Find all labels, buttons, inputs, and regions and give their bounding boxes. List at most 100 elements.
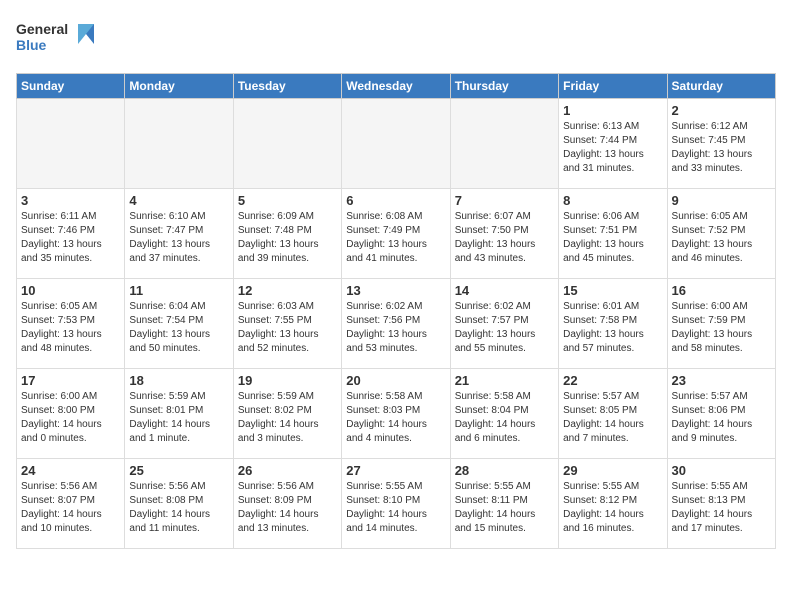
day-info: Sunrise: 6:05 AMSunset: 7:53 PMDaylight:…	[21, 300, 120, 356]
day-info: Sunrise: 6:11 AMSunset: 7:46 PMDaylight:…	[21, 210, 120, 266]
day-info: Sunrise: 5:55 AMSunset: 8:10 PMDaylight:…	[346, 480, 445, 536]
day-number: 12	[238, 283, 337, 298]
day-number: 10	[21, 283, 120, 298]
day-number: 19	[238, 373, 337, 388]
week-row-1: 1Sunrise: 6:13 AMSunset: 7:44 PMDaylight…	[17, 99, 776, 189]
day-cell: 20 Sunrise: 5:58 AMSunset: 8:03 PMDayligh…	[342, 369, 450, 459]
day-cell: 13 Sunrise: 6:02 AMSunset: 7:56 PMDayligh…	[342, 279, 450, 369]
day-number: 4	[129, 193, 228, 208]
column-header-sunday: Sunday	[17, 74, 125, 99]
day-cell: 25 Sunrise: 5:56 AMSunset: 8:08 PMDayligh…	[125, 459, 233, 549]
day-cell: 9 Sunrise: 6:05 AMSunset: 7:52 PMDaylight…	[667, 189, 775, 279]
day-info: Sunrise: 5:59 AMSunset: 8:02 PMDaylight:…	[238, 390, 337, 446]
day-number: 26	[238, 463, 337, 478]
day-info: Sunrise: 6:12 AMSunset: 7:45 PMDaylight:…	[672, 120, 771, 176]
day-cell: 4 Sunrise: 6:10 AMSunset: 7:47 PMDaylight…	[125, 189, 233, 279]
day-info: Sunrise: 5:56 AMSunset: 8:08 PMDaylight:…	[129, 480, 228, 536]
day-cell	[17, 99, 125, 189]
day-cell: 28 Sunrise: 5:55 AMSunset: 8:11 PMDayligh…	[450, 459, 558, 549]
day-info: Sunrise: 6:08 AMSunset: 7:49 PMDaylight:…	[346, 210, 445, 266]
day-cell: 30Sunrise: 5:55 AMSunset: 8:13 PMDayligh…	[667, 459, 775, 549]
week-row-3: 10 Sunrise: 6:05 AMSunset: 7:53 PMDayligh…	[17, 279, 776, 369]
day-info: Sunrise: 6:02 AMSunset: 7:56 PMDaylight:…	[346, 300, 445, 356]
day-number: 23	[672, 373, 771, 388]
day-number: 28	[455, 463, 554, 478]
day-cell: 10 Sunrise: 6:05 AMSunset: 7:53 PMDayligh…	[17, 279, 125, 369]
day-cell: 11Sunrise: 6:04 AMSunset: 7:54 PMDayligh…	[125, 279, 233, 369]
day-cell	[450, 99, 558, 189]
day-number: 13	[346, 283, 445, 298]
column-header-thursday: Thursday	[450, 74, 558, 99]
day-number: 18	[129, 373, 228, 388]
column-header-monday: Monday	[125, 74, 233, 99]
day-cell: 23Sunrise: 5:57 AMSunset: 8:06 PMDayligh…	[667, 369, 775, 459]
day-cell: 12 Sunrise: 6:03 AMSunset: 7:55 PMDayligh…	[233, 279, 341, 369]
day-cell: 2 Sunrise: 6:12 AMSunset: 7:45 PMDaylight…	[667, 99, 775, 189]
page-header: General Blue	[16, 16, 776, 61]
day-number: 2	[672, 103, 771, 118]
day-number: 5	[238, 193, 337, 208]
column-header-saturday: Saturday	[667, 74, 775, 99]
day-number: 17	[21, 373, 120, 388]
day-number: 7	[455, 193, 554, 208]
day-cell: 15 Sunrise: 6:01 AMSunset: 7:58 PMDayligh…	[559, 279, 667, 369]
day-info: Sunrise: 6:01 AMSunset: 7:58 PMDaylight:…	[563, 300, 662, 356]
day-number: 6	[346, 193, 445, 208]
day-cell: 14Sunrise: 6:02 AMSunset: 7:57 PMDayligh…	[450, 279, 558, 369]
column-header-friday: Friday	[559, 74, 667, 99]
day-info: Sunrise: 5:57 AMSunset: 8:05 PMDaylight:…	[563, 390, 662, 446]
day-info: Sunrise: 5:56 AMSunset: 8:07 PMDaylight:…	[21, 480, 120, 536]
calendar-table: SundayMondayTuesdayWednesdayThursdayFrid…	[16, 73, 776, 549]
day-info: Sunrise: 6:05 AMSunset: 7:52 PMDaylight:…	[672, 210, 771, 266]
day-cell: 6 Sunrise: 6:08 AMSunset: 7:49 PMDaylight…	[342, 189, 450, 279]
week-row-2: 3 Sunrise: 6:11 AMSunset: 7:46 PMDaylight…	[17, 189, 776, 279]
svg-text:Blue: Blue	[16, 37, 47, 53]
column-header-wednesday: Wednesday	[342, 74, 450, 99]
day-cell: 19 Sunrise: 5:59 AMSunset: 8:02 PMDayligh…	[233, 369, 341, 459]
day-cell: 1Sunrise: 6:13 AMSunset: 7:44 PMDaylight…	[559, 99, 667, 189]
day-number: 27	[346, 463, 445, 478]
day-number: 22	[563, 373, 662, 388]
day-cell: 18 Sunrise: 5:59 AMSunset: 8:01 PMDayligh…	[125, 369, 233, 459]
day-info: Sunrise: 5:58 AMSunset: 8:03 PMDaylight:…	[346, 390, 445, 446]
day-number: 3	[21, 193, 120, 208]
day-info: Sunrise: 6:13 AMSunset: 7:44 PMDaylight:…	[563, 120, 662, 176]
day-number: 14	[455, 283, 554, 298]
day-number: 25	[129, 463, 228, 478]
day-info: Sunrise: 6:10 AMSunset: 7:47 PMDaylight:…	[129, 210, 228, 266]
day-cell: 16 Sunrise: 6:00 AMSunset: 7:59 PMDayligh…	[667, 279, 775, 369]
day-info: Sunrise: 6:00 AMSunset: 7:59 PMDaylight:…	[672, 300, 771, 356]
day-info: Sunrise: 6:03 AMSunset: 7:55 PMDaylight:…	[238, 300, 337, 356]
day-cell: 5 Sunrise: 6:09 AMSunset: 7:48 PMDaylight…	[233, 189, 341, 279]
day-number: 29	[563, 463, 662, 478]
day-cell: 24 Sunrise: 5:56 AMSunset: 8:07 PMDayligh…	[17, 459, 125, 549]
day-info: Sunrise: 6:07 AMSunset: 7:50 PMDaylight:…	[455, 210, 554, 266]
day-number: 16	[672, 283, 771, 298]
day-number: 15	[563, 283, 662, 298]
day-info: Sunrise: 6:04 AMSunset: 7:54 PMDaylight:…	[129, 300, 228, 356]
day-cell: 29 Sunrise: 5:55 AMSunset: 8:12 PMDayligh…	[559, 459, 667, 549]
day-number: 24	[21, 463, 120, 478]
day-info: Sunrise: 5:55 AMSunset: 8:12 PMDaylight:…	[563, 480, 662, 536]
day-info: Sunrise: 5:58 AMSunset: 8:04 PMDaylight:…	[455, 390, 554, 446]
day-info: Sunrise: 6:00 AMSunset: 8:00 PMDaylight:…	[21, 390, 120, 446]
day-cell: 17 Sunrise: 6:00 AMSunset: 8:00 PMDayligh…	[17, 369, 125, 459]
day-info: Sunrise: 5:59 AMSunset: 8:01 PMDaylight:…	[129, 390, 228, 446]
day-number: 21	[455, 373, 554, 388]
day-cell	[233, 99, 341, 189]
svg-text:General: General	[16, 21, 68, 37]
day-info: Sunrise: 5:55 AMSunset: 8:13 PMDaylight:…	[672, 480, 771, 536]
day-info: Sunrise: 5:55 AMSunset: 8:11 PMDaylight:…	[455, 480, 554, 536]
week-row-5: 24 Sunrise: 5:56 AMSunset: 8:07 PMDayligh…	[17, 459, 776, 549]
day-cell: 22 Sunrise: 5:57 AMSunset: 8:05 PMDayligh…	[559, 369, 667, 459]
day-cell: 7 Sunrise: 6:07 AMSunset: 7:50 PMDaylight…	[450, 189, 558, 279]
day-number: 20	[346, 373, 445, 388]
day-number: 8	[563, 193, 662, 208]
day-cell: 3 Sunrise: 6:11 AMSunset: 7:46 PMDaylight…	[17, 189, 125, 279]
day-cell: 8 Sunrise: 6:06 AMSunset: 7:51 PMDaylight…	[559, 189, 667, 279]
day-number: 9	[672, 193, 771, 208]
day-info: Sunrise: 6:09 AMSunset: 7:48 PMDaylight:…	[238, 210, 337, 266]
column-header-tuesday: Tuesday	[233, 74, 341, 99]
day-cell: 27 Sunrise: 5:55 AMSunset: 8:10 PMDayligh…	[342, 459, 450, 549]
day-info: Sunrise: 6:06 AMSunset: 7:51 PMDaylight:…	[563, 210, 662, 266]
